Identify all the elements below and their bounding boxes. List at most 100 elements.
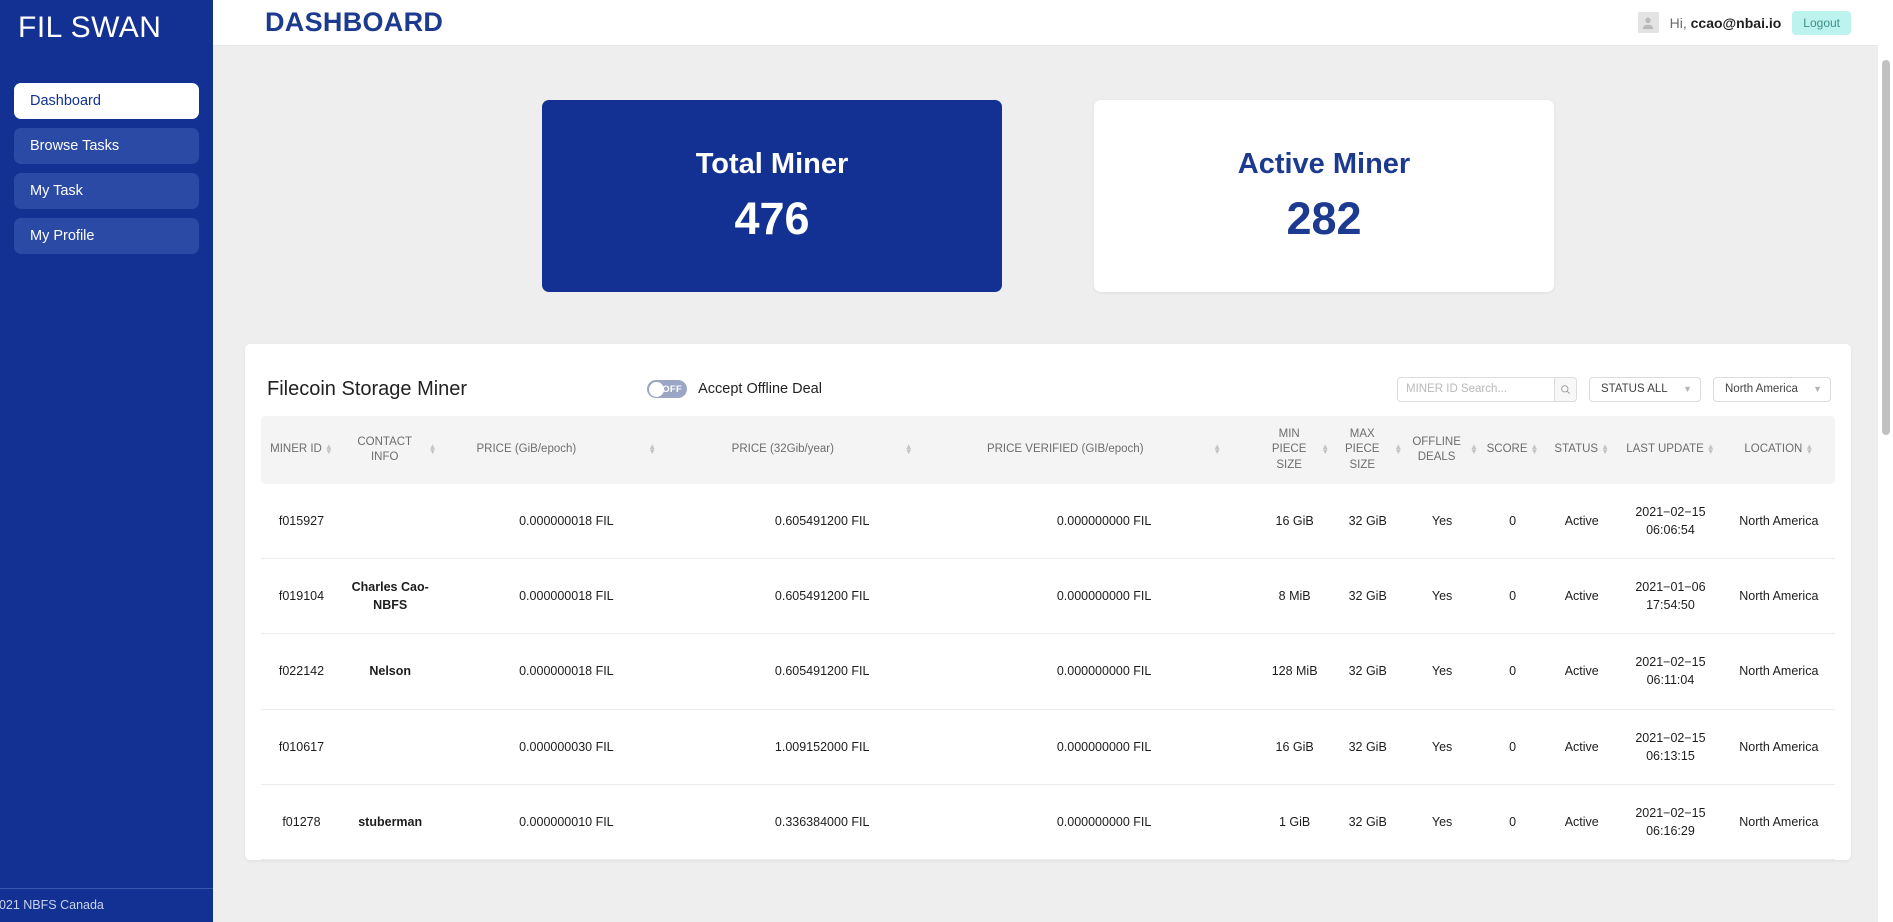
cell-location: North America [1722,784,1835,861]
cell-max-piece-size: 32 GiB [1331,709,1405,785]
cell-last-update: 2021−02−15 06:13:15 [1618,709,1723,785]
sort-arrows-icon[interactable]: ▲ ▼ [1707,442,1715,456]
brand-logo: FIL SWAN [18,11,162,44]
column-header-label: PRICE (GiB/epoch) [476,443,577,456]
column-header-price-verified-gib-epoch[interactable]: PRICE VERIFIED (GIB/epoch) ▲ ▼ [950,416,1259,484]
sort-arrows-icon[interactable]: ▲ ▼ [429,442,437,456]
cell-last-update: 2021−02−15 06:06:54 [1618,483,1723,560]
cell-offline-deals: Yes [1404,784,1480,861]
logout-button[interactable]: Logout [1792,10,1851,35]
search-input[interactable] [1398,377,1554,401]
cell-location: North America [1722,709,1835,785]
accept-offline-deal-toggle[interactable]: OFF [647,380,688,398]
cell-price-year: 0.605491200 FIL [694,483,951,560]
cell-price-year: 1.009152000 FIL [694,709,951,785]
cell-status: Active [1545,558,1619,635]
last-update-date: 2021−01−06 [1635,580,1706,595]
cell-score: 0 [1479,483,1546,560]
cell-min-piece-size: 1 GiB [1258,784,1332,861]
column-header-label: STATUS [1554,443,1599,456]
app-root: FIL SWAN Dashboard Browse Tasks My Task My … [0,0,1893,922]
cell-miner-id: f019104 [261,558,342,635]
column-header-miner-id[interactable]: MINER ID ▲ ▼ [261,416,342,484]
vertical-scrollbar[interactable] [1878,0,1893,922]
sort-arrows-icon[interactable]: ▲ ▼ [325,442,333,456]
table-row[interactable]: f010617 0.000000030 FIL 1.009152000 FIL 0.0… [261,709,1835,785]
cell-price-verified: 0.000000000 FIL [950,784,1259,861]
search-button[interactable] [1554,377,1576,401]
sidebar-item-label: My Task [30,183,83,199]
column-header-min-piece-size[interactable]: MIN PIECE SIZE ▲ ▼ [1258,416,1332,484]
sort-arrows-icon[interactable]: ▲ ▼ [1805,442,1813,456]
last-update-date: 2021−02−15 [1635,504,1706,519]
sort-arrows-icon[interactable]: ▲ ▼ [1470,442,1478,456]
cell-miner-id: f015927 [261,483,342,560]
column-header-offline-deals[interactable]: OFFLINE DEALS ▲ ▼ [1404,416,1480,484]
user-area: Hi, ccao@nbai.io Logout [1637,10,1851,35]
cell-miner-id: f022142 [261,633,342,710]
toggle-state-label: OFF [662,383,683,395]
sort-arrows-icon[interactable]: ▲ ▼ [905,442,913,456]
sidebar-item-browse-tasks[interactable]: Browse Tasks [14,128,199,164]
cell-price-year: 0.605491200 FIL [694,558,951,635]
chevron-down-icon: ▼ [1813,384,1822,394]
filters: STATUS ALL ▼ North America ▼ [1397,376,1831,402]
column-header-price-32gib-year[interactable]: PRICE (32Gib/year) ▲ ▼ [694,416,951,484]
table-head: MINER ID ▲ ▼ CONTACT INFO ▲ ▼ PRICE (GiB/epoch… [261,416,1835,484]
sort-arrows-icon[interactable]: ▲ ▼ [648,442,656,456]
cell-price-epoch: 0.000000018 FIL [438,633,695,710]
avatar [1637,12,1659,33]
panel-title: Filecoin Storage Miner [267,377,468,400]
sidebar-item-my-task[interactable]: My Task [14,173,199,209]
last-update-date: 2021−02−15 [1635,805,1706,820]
cell-status: Active [1545,483,1619,560]
cell-price-verified: 0.000000000 FIL [950,483,1259,560]
region-filter-select[interactable]: North America ▼ [1713,376,1831,402]
greeting-text: Hi, ccao@nbai.io [1670,15,1782,31]
sidebar-item-dashboard[interactable]: Dashboard [14,83,199,119]
table-row[interactable]: f022142 Nelson 0.000000018 FIL 0.605491200 … [261,633,1835,710]
last-update-time: 17:54:50 [1646,598,1695,613]
status-filter-select[interactable]: STATUS ALL ▼ [1589,376,1701,402]
column-header-contact-info[interactable]: CONTACT INFO ▲ ▼ [341,416,439,484]
offline-deal-toggle-group: OFF Accept Offline Deal [647,380,822,398]
stat-card-title: Active Miner [1237,147,1411,180]
column-header-label: LAST UPDATE [1626,443,1704,456]
sort-arrows-icon[interactable]: ▲ ▼ [1531,442,1539,456]
cell-price-epoch: 0.000000010 FIL [438,784,695,861]
column-header-last-update[interactable]: LAST UPDATE ▲ ▼ [1618,416,1723,484]
table-row[interactable]: f01278 stuberman 0.000000010 FIL 0.33638400… [261,784,1835,861]
cell-max-piece-size: 32 GiB [1331,633,1405,710]
panel-toolbar: Filecoin Storage Miner OFF Accept Offlin… [261,362,1835,416]
cell-contact-info [341,483,439,560]
column-header-score[interactable]: SCORE ▲ ▼ [1479,416,1546,484]
sort-arrows-icon[interactable]: ▲ ▼ [1601,442,1609,456]
cell-price-epoch: 0.000000018 FIL [438,483,695,560]
sort-arrows-icon[interactable]: ▲ ▼ [1321,442,1329,456]
cell-min-piece-size: 128 MiB [1258,633,1332,710]
sort-arrows-icon[interactable]: ▲ ▼ [1213,442,1221,456]
column-header-label: LOCATION [1744,443,1803,456]
sort-arrows-icon[interactable]: ▲ ▼ [1394,442,1402,456]
miner-search-box[interactable] [1397,376,1577,402]
sidebar-item-my-profile[interactable]: My Profile [14,218,199,254]
cell-score: 0 [1479,558,1546,635]
cell-min-piece-size: 16 GiB [1258,483,1332,560]
table-row[interactable]: f015927 0.000000018 FIL 0.605491200 FIL 0.0… [261,483,1835,560]
column-header-max-piece-size[interactable]: MAX PIECE SIZE ▲ ▼ [1331,416,1405,484]
last-update-time: 06:11:04 [1646,673,1695,688]
cell-price-epoch: 0.000000030 FIL [438,709,695,785]
toggle-label: Accept Offline Deal [698,381,822,397]
table-header-row: MINER ID ▲ ▼ CONTACT INFO ▲ ▼ PRICE (GiB/epoch… [261,416,1835,484]
column-header-price-gib-epoch[interactable]: PRICE (GiB/epoch) ▲ ▼ [438,416,695,484]
column-header-location[interactable]: LOCATION ▲ ▼ [1722,416,1835,484]
column-header-label: SCORE [1486,443,1528,456]
column-header-status[interactable]: STATUS ▲ ▼ [1545,416,1619,484]
cell-price-verified: 0.000000000 FIL [950,709,1259,785]
cell-contact-info: stuberman [341,784,439,861]
table-row[interactable]: f019104 Charles Cao-NBFS 0.000000018 FIL 0.… [261,558,1835,635]
user-email: ccao@nbai.io [1690,14,1782,31]
cell-offline-deals: Yes [1404,483,1480,560]
scrollbar-thumb[interactable] [1882,60,1890,435]
cell-last-update: 2021−01−06 17:54:50 [1618,558,1723,635]
